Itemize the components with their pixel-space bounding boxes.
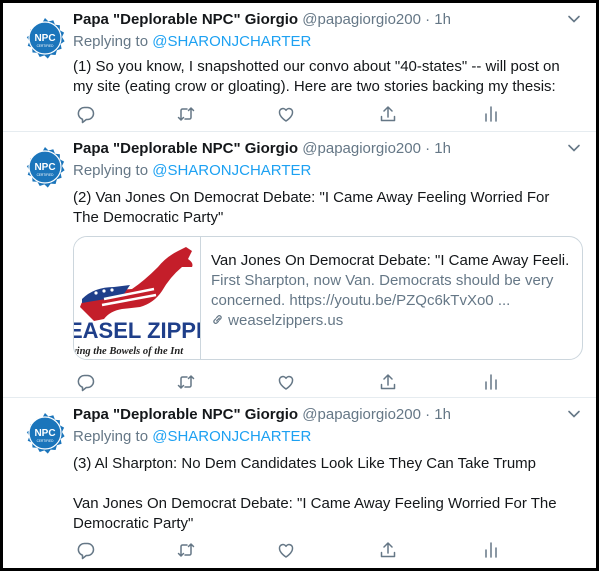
user-handle[interactable]: @papagiorgio200 bbox=[302, 140, 421, 157]
avatar[interactable]: NPC CERTIFIED bbox=[20, 142, 70, 192]
analytics-icon[interactable] bbox=[481, 372, 501, 392]
retweet-icon[interactable] bbox=[176, 104, 196, 124]
reply-icon[interactable] bbox=[76, 540, 96, 560]
separator: · bbox=[425, 406, 431, 423]
share-icon[interactable] bbox=[378, 104, 398, 124]
like-icon[interactable] bbox=[276, 540, 296, 560]
reply-icon[interactable] bbox=[76, 372, 96, 392]
analytics-icon[interactable] bbox=[481, 104, 501, 124]
replying-to: Replying to @SHARONJCHARTER bbox=[73, 162, 311, 179]
avatar-subtext: CERTIFIED bbox=[37, 44, 54, 48]
tweet-3[interactable]: NPC CERTIFIED Papa "Deplorable NPC" Gior… bbox=[3, 398, 596, 568]
timestamp[interactable]: 1h bbox=[434, 11, 451, 28]
chevron-down-icon[interactable] bbox=[566, 140, 582, 156]
share-icon[interactable] bbox=[378, 540, 398, 560]
replying-prefix: Replying to bbox=[73, 428, 149, 445]
mention-link[interactable]: @SHARONJCHARTER bbox=[152, 428, 311, 445]
tweet-paragraph: Van Jones On Democrat Debate: "I Came Aw… bbox=[73, 495, 557, 532]
tweet-actions bbox=[73, 540, 513, 560]
tweet-text: (2) Van Jones On Democrat Debate: "I Cam… bbox=[73, 188, 572, 228]
mention-link[interactable]: @SHARONJCHARTER bbox=[152, 33, 311, 50]
avatar-text: NPC bbox=[34, 162, 55, 173]
retweet-icon[interactable] bbox=[176, 540, 196, 560]
timestamp[interactable]: 1h bbox=[434, 140, 451, 157]
card-domain-text: weaselzippers.us bbox=[228, 312, 344, 329]
card-domain: weaselzippers.us bbox=[211, 311, 570, 331]
replying-prefix: Replying to bbox=[73, 162, 149, 179]
avatar[interactable]: NPC CERTIFIED bbox=[20, 13, 70, 63]
link-icon bbox=[213, 315, 222, 324]
avatar-subtext: CERTIFIED bbox=[37, 173, 54, 177]
chevron-down-icon[interactable] bbox=[566, 11, 582, 27]
analytics-icon[interactable] bbox=[481, 540, 501, 560]
card-image-title: EASEL ZIPPE bbox=[74, 318, 200, 343]
timestamp[interactable]: 1h bbox=[434, 406, 451, 423]
tweet-actions bbox=[73, 372, 513, 392]
display-name[interactable]: Papa "Deplorable NPC" Giorgio bbox=[73, 11, 298, 28]
like-icon[interactable] bbox=[276, 372, 296, 392]
separator: · bbox=[425, 11, 431, 28]
timeline: NPC CERTIFIED Papa "Deplorable NPC" Gior… bbox=[3, 3, 596, 568]
tweet-text: (3) Al Sharpton: No Dem Candidates Look … bbox=[73, 454, 572, 534]
tweet-paragraph: (1) So you know, I snapshotted our convo… bbox=[73, 58, 560, 95]
reply-icon[interactable] bbox=[76, 104, 96, 124]
retweet-icon[interactable] bbox=[176, 372, 196, 392]
avatar-text: NPC bbox=[34, 428, 55, 439]
mention-link[interactable]: @SHARONJCHARTER bbox=[152, 162, 311, 179]
card-description: First Sharpton, now Van. Democrats shoul… bbox=[211, 272, 554, 309]
tweet-header: Papa "Deplorable NPC" Giorgio @papagiorg… bbox=[73, 140, 576, 160]
user-handle[interactable]: @papagiorgio200 bbox=[302, 406, 421, 423]
tweet-header: Papa "Deplorable NPC" Giorgio @papagiorg… bbox=[73, 11, 576, 31]
separator: · bbox=[425, 140, 431, 157]
link-card[interactable]: EASEL ZIPPE ving the Bowels of the Int V… bbox=[73, 236, 583, 360]
replying-to: Replying to @SHARONJCHARTER bbox=[73, 428, 311, 445]
card-title: Van Jones On Democrat Debate: "I Came Aw… bbox=[211, 252, 570, 269]
chevron-down-icon[interactable] bbox=[566, 406, 582, 422]
card-image: EASEL ZIPPE ving the Bowels of the Int bbox=[74, 237, 201, 359]
tweet-paragraph: (2) Van Jones On Democrat Debate: "I Cam… bbox=[73, 189, 550, 226]
display-name[interactable]: Papa "Deplorable NPC" Giorgio bbox=[73, 406, 298, 423]
tweet-2[interactable]: NPC CERTIFIED Papa "Deplorable NPC" Gior… bbox=[3, 132, 596, 398]
avatar-text: NPC bbox=[34, 33, 55, 44]
replying-to: Replying to @SHARONJCHARTER bbox=[73, 33, 311, 50]
tweet-actions bbox=[73, 104, 513, 124]
tweet-paragraph: (3) Al Sharpton: No Dem Candidates Look … bbox=[73, 455, 537, 472]
replying-prefix: Replying to bbox=[73, 33, 149, 50]
card-text: Van Jones On Democrat Debate: "I Came Aw… bbox=[211, 251, 570, 331]
avatar-subtext: CERTIFIED bbox=[37, 439, 54, 443]
display-name[interactable]: Papa "Deplorable NPC" Giorgio bbox=[73, 140, 298, 157]
tweet-1[interactable]: NPC CERTIFIED Papa "Deplorable NPC" Gior… bbox=[3, 3, 596, 132]
card-image-tagline: ving the Bowels of the Int bbox=[74, 346, 184, 357]
avatar[interactable]: NPC CERTIFIED bbox=[20, 408, 70, 458]
share-icon[interactable] bbox=[378, 372, 398, 392]
tweet-text: (1) So you know, I snapshotted our convo… bbox=[73, 57, 572, 97]
like-icon[interactable] bbox=[276, 104, 296, 124]
tweet-header: Papa "Deplorable NPC" Giorgio @papagiorg… bbox=[73, 406, 576, 426]
user-handle[interactable]: @papagiorgio200 bbox=[302, 11, 421, 28]
